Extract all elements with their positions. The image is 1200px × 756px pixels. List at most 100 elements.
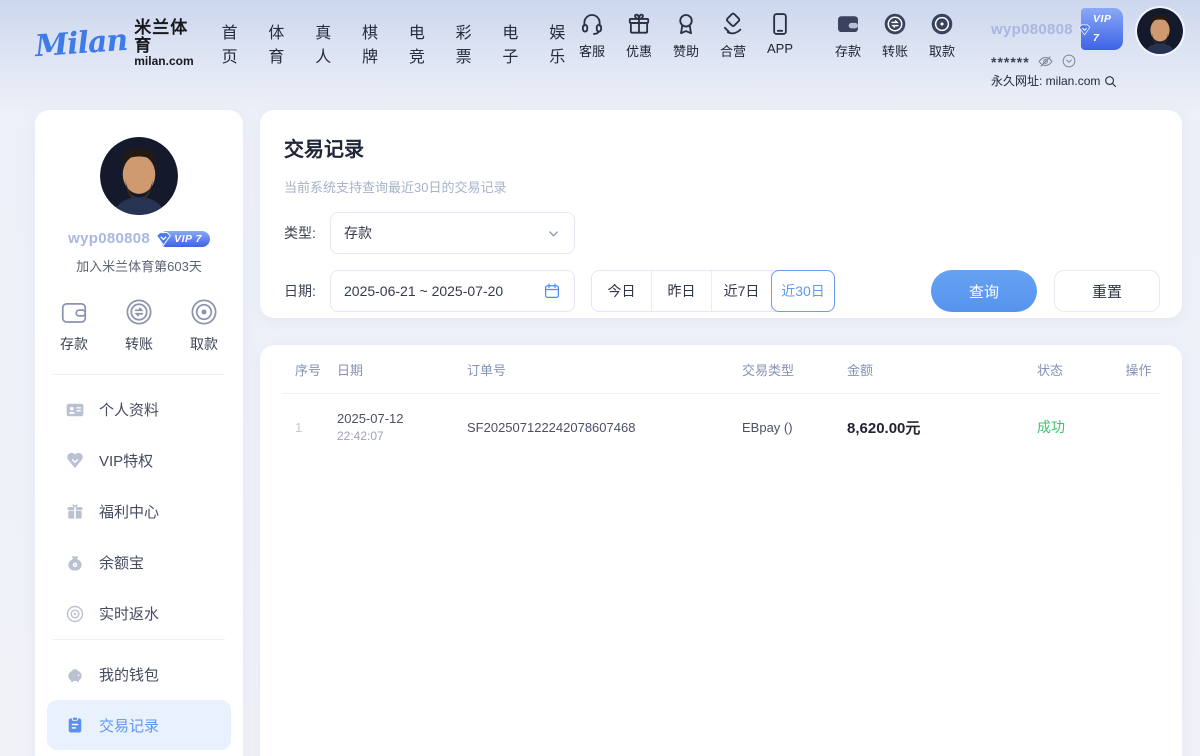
- nav-entertainment[interactable]: 娱乐: [549, 19, 569, 67]
- row-time: 22:42:07: [337, 429, 467, 443]
- calendar-icon: [543, 282, 561, 300]
- avatar-image: [1137, 8, 1183, 54]
- col-order: 订单号: [467, 360, 742, 379]
- table-header: 序号 日期 订单号 交易类型 金额 状态 操作: [282, 345, 1160, 394]
- deposit-link[interactable]: 存款: [825, 0, 871, 60]
- menu-my-wallet[interactable]: 我的钱包: [35, 649, 243, 700]
- logo-domain-text: milan.com: [134, 55, 193, 68]
- chevron-down-icon: [546, 226, 561, 241]
- withdraw-icon: [929, 11, 955, 37]
- menu-benefits[interactable]: 福利中心: [35, 486, 243, 537]
- row-order-no: SF202507122242078607468: [467, 420, 742, 435]
- site-logo[interactable]: Milan 米兰体育 milan.com: [35, 19, 194, 67]
- sidebar-avatar: [100, 137, 178, 215]
- nav-esports[interactable]: 电竞: [409, 19, 429, 67]
- nav-cards[interactable]: 棋牌: [362, 19, 382, 67]
- vip-heart-icon: [65, 451, 85, 471]
- nav-slots[interactable]: 电子: [502, 19, 522, 67]
- menu-rebate[interactable]: 实时返水: [35, 588, 243, 639]
- transfer-icon: [882, 11, 908, 37]
- col-actions: 操作: [1117, 360, 1160, 379]
- eye-off-icon[interactable]: [1037, 53, 1054, 70]
- menu-my-wallet-label: 我的钱包: [99, 664, 159, 685]
- range-yesterday[interactable]: 昨日: [652, 271, 712, 311]
- row-date: 2025-07-12: [337, 411, 467, 426]
- nav-home[interactable]: 首页: [222, 19, 242, 67]
- nav-lottery[interactable]: 彩票: [456, 19, 476, 67]
- quick-range-group: 今日 昨日 近7日 近30日: [591, 270, 835, 312]
- menu-benefits-label: 福利中心: [99, 501, 159, 522]
- app-label: APP: [767, 41, 793, 56]
- col-amount: 金额: [847, 360, 1037, 379]
- service-label: 客服: [579, 41, 605, 60]
- nav-sports[interactable]: 体育: [268, 19, 288, 67]
- withdraw-label: 取款: [929, 41, 955, 60]
- menu-vip-label: VIP特权: [99, 450, 153, 471]
- reset-button[interactable]: 重置: [1054, 270, 1160, 312]
- id-card-icon: [65, 400, 85, 420]
- main-nav: 首页 体育 真人 棋牌 电竞 彩票 电子 娱乐: [222, 19, 569, 67]
- avatar[interactable]: [1137, 8, 1183, 54]
- col-type: 交易类型: [742, 360, 847, 379]
- row-type: EBpay (): [742, 420, 847, 435]
- wallet-icon: [835, 11, 861, 37]
- sidebar-deposit[interactable]: 存款: [59, 297, 89, 354]
- type-label: 类型:: [284, 223, 330, 243]
- row-amount: 8,620.00元: [847, 417, 1037, 438]
- headset-icon: [579, 11, 605, 37]
- sidebar-deposit-label: 存款: [60, 334, 88, 354]
- joined-days: 加入米兰体育第603天: [35, 256, 243, 275]
- partner-label: 合营: [720, 41, 746, 60]
- chevron-circle-icon[interactable]: [1061, 53, 1077, 69]
- col-status: 状态: [1037, 360, 1117, 379]
- menu-profile-label: 个人资料: [99, 399, 159, 420]
- col-date: 日期: [337, 360, 467, 379]
- sidebar-menu-wallet: 我的钱包 交易记录: [35, 640, 243, 750]
- app-link[interactable]: APP: [757, 0, 803, 60]
- transfer-link[interactable]: 转账: [872, 0, 918, 60]
- menu-vip[interactable]: VIP特权: [35, 435, 243, 486]
- partner-link[interactable]: 合营: [710, 0, 756, 60]
- search-button[interactable]: 查询: [931, 270, 1037, 312]
- logo-cn-text: 米兰体育: [134, 19, 193, 55]
- menu-yuebao[interactable]: 余额宝: [35, 537, 243, 588]
- permanent-url: 永久网址: milan.com: [991, 72, 1100, 91]
- top-bar: Milan 米兰体育 milan.com 首页 体育 真人 棋牌 电竞 彩票 电…: [0, 0, 1200, 86]
- money-bag-icon: [65, 553, 85, 573]
- date-label: 日期:: [284, 281, 330, 301]
- sidebar-transfer[interactable]: 转账: [124, 297, 154, 354]
- col-seq: 序号: [282, 360, 337, 379]
- transfer-outline-icon: [124, 297, 154, 327]
- type-select-value: 存款: [344, 223, 372, 243]
- sponsor-link[interactable]: 赞助: [663, 0, 709, 60]
- username[interactable]: wyp080808: [991, 20, 1073, 39]
- logo-script-text: Milan: [34, 22, 128, 63]
- transaction-clipboard-icon: [65, 715, 85, 735]
- search-icon[interactable]: [1103, 74, 1118, 89]
- menu-yuebao-label: 余额宝: [99, 552, 144, 573]
- promo-label: 优惠: [626, 41, 652, 60]
- page-title: 交易记录: [284, 133, 1160, 162]
- menu-rebate-label: 实时返水: [99, 603, 159, 624]
- trophy-icon: [673, 11, 699, 37]
- service-link[interactable]: 客服: [569, 0, 615, 60]
- menu-profile[interactable]: 个人资料: [35, 384, 243, 435]
- nav-live[interactable]: 真人: [315, 19, 335, 67]
- range-today[interactable]: 今日: [592, 271, 652, 311]
- page-subtitle: 当前系统支持查询最近30日的交易记录: [284, 177, 1160, 196]
- row-status-badge: 成功: [1037, 417, 1117, 437]
- date-row: 日期: 2025-06-21 ~ 2025-07-20 今日 昨日 近7日 近3…: [284, 270, 1160, 312]
- type-select[interactable]: 存款: [330, 212, 575, 254]
- sidebar-withdraw-label: 取款: [190, 334, 218, 354]
- date-range-input[interactable]: 2025-06-21 ~ 2025-07-20: [330, 270, 575, 312]
- sidebar: wyp080808 VIP 7 加入米兰体育第603天 存款: [35, 110, 243, 756]
- sidebar-menu: 个人资料 VIP特权 福利中心: [35, 375, 243, 639]
- withdraw-link[interactable]: 取款: [919, 0, 965, 60]
- range-7days[interactable]: 近7日: [712, 271, 772, 311]
- menu-transactions[interactable]: 交易记录: [47, 700, 231, 750]
- sidebar-withdraw[interactable]: 取款: [189, 297, 219, 354]
- range-30days[interactable]: 近30日: [771, 270, 835, 312]
- promo-link[interactable]: 优惠: [616, 0, 662, 60]
- filter-panel: 交易记录 当前系统支持查询最近30日的交易记录 类型: 存款 日期: 2025-…: [260, 110, 1182, 318]
- menu-transactions-label: 交易记录: [99, 715, 159, 736]
